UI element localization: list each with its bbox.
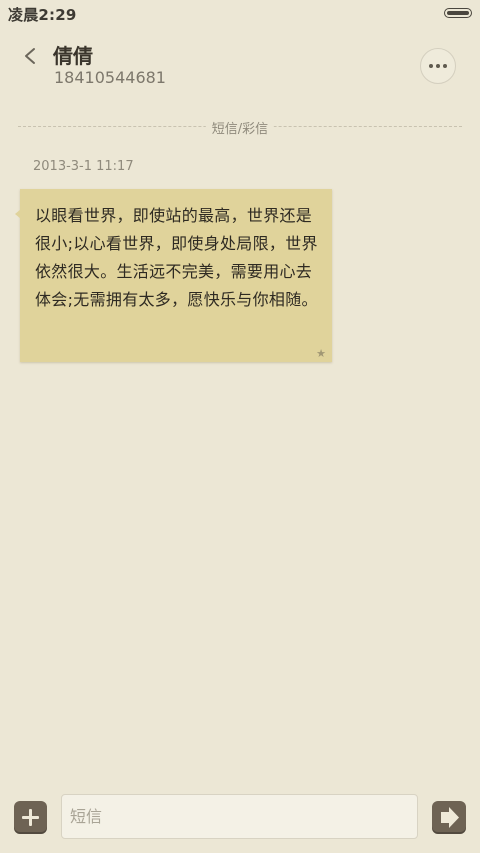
back-button[interactable] xyxy=(14,40,46,72)
more-options-button[interactable] xyxy=(420,48,456,84)
conversation-header: 倩倩 18410544681 xyxy=(0,28,480,108)
message-type-divider: 短信/彩信 xyxy=(18,118,462,137)
message-composer xyxy=(0,790,480,848)
message-text: 以眼看世界，即使站的最高，世界还是很小;以心看世界，即使身处局限，世界依然很大。… xyxy=(35,206,318,309)
chevron-left-icon xyxy=(25,48,35,64)
star-icon: ★ xyxy=(316,347,326,360)
battery-icon xyxy=(444,8,472,18)
send-button[interactable] xyxy=(432,801,466,834)
battery-fill xyxy=(447,11,469,15)
message-input[interactable] xyxy=(61,794,418,839)
contact-name: 倩倩 xyxy=(53,44,93,68)
status-bar: 凌晨2:29 xyxy=(0,0,480,28)
bubble-tail xyxy=(15,209,21,219)
send-arrow-icon xyxy=(441,807,459,828)
status-time: 凌晨2:29 xyxy=(8,6,77,24)
attach-button[interactable] xyxy=(14,801,47,834)
message-bubble[interactable]: 以眼看世界，即使站的最高，世界还是很小;以心看世界，即使身处局限，世界依然很大。… xyxy=(15,189,332,362)
contact-phone: 18410544681 xyxy=(54,68,166,87)
divider-label: 短信/彩信 xyxy=(205,118,275,137)
more-dots-icon xyxy=(421,64,455,69)
message-timestamp: 2013-3-1 11:17 xyxy=(33,159,134,174)
